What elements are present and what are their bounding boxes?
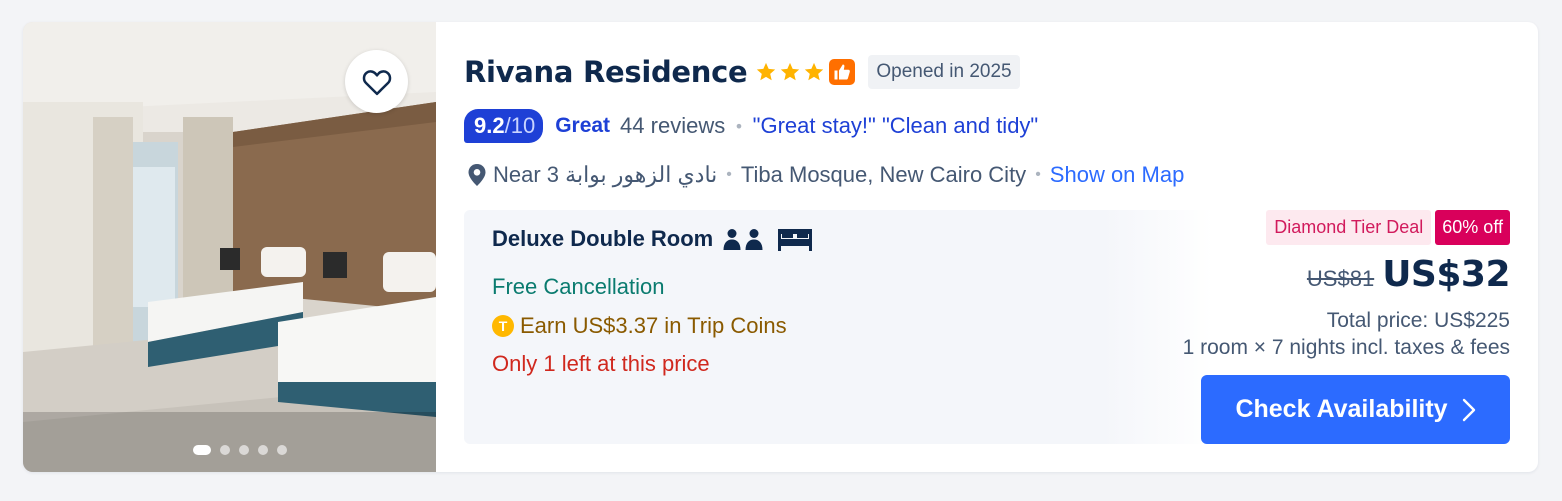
- original-price: US$81: [1306, 266, 1375, 291]
- trip-coin-icon: T: [492, 315, 514, 337]
- deal-tags: Diamond Tier Deal 60% off: [1266, 210, 1510, 245]
- cta-label: Check Availability: [1235, 395, 1448, 423]
- rating-row: 9.2/10 Great 44 reviews • "Great stay!" …: [464, 109, 1038, 143]
- gallery-dot-5[interactable]: [276, 445, 287, 455]
- hotel-name[interactable]: Rivana Residence: [464, 55, 748, 89]
- current-price: US$32: [1382, 254, 1510, 295]
- hotel-card[interactable]: Rivana Residence Opened in 2025 9.2/10 G…: [23, 22, 1538, 472]
- room-capacity: [723, 227, 813, 251]
- bed-icon: [778, 229, 813, 251]
- rating-out-of: /10: [504, 113, 536, 138]
- title-row: Rivana Residence Opened in 2025: [464, 54, 1020, 90]
- trip-coins-text: Earn US$3.37 in Trip Coins: [520, 313, 787, 338]
- star-icon: [781, 62, 800, 81]
- star-icon: [805, 62, 824, 81]
- location-area: Tiba Mosque, New Cairo City: [740, 162, 1027, 187]
- check-availability-button[interactable]: Check Availability: [1201, 375, 1510, 444]
- gallery-dot-4[interactable]: [257, 445, 268, 455]
- stay-details: 1 room × 7 nights incl. taxes & fees: [1182, 336, 1510, 359]
- opened-badge: Opened in 2025: [868, 55, 1020, 89]
- total-price: Total price: US$225: [1326, 309, 1510, 332]
- chevron-right-icon: [1462, 398, 1475, 421]
- gallery-dots: [23, 445, 436, 455]
- hotel-photo[interactable]: [23, 22, 436, 472]
- gallery-dot-3[interactable]: [238, 445, 249, 455]
- thumbs-up-icon: [834, 64, 851, 80]
- heart-outline-icon: [362, 69, 391, 95]
- favorite-button[interactable]: [345, 50, 408, 113]
- discount-tag: 60% off: [1435, 210, 1510, 245]
- review-count[interactable]: 44 reviews: [620, 113, 725, 139]
- location-near: Near 3 نادي الزهور بوابة: [493, 162, 718, 187]
- person-icon: [723, 229, 741, 250]
- separator-dot: •: [734, 116, 744, 136]
- person-icon: [745, 229, 763, 250]
- thumbs-up-badge[interactable]: [829, 59, 856, 85]
- location-row: Near 3 نادي الزهور بوابة • Tiba Mosque, …: [467, 160, 1184, 190]
- room-offer[interactable]: Deluxe Double Room Free Cancellation T E…: [464, 210, 1214, 444]
- room-name[interactable]: Deluxe Double Room: [492, 226, 713, 252]
- separator-dot: •: [726, 166, 732, 183]
- review-quotes[interactable]: "Great stay!" "Clean and tidy": [753, 113, 1039, 139]
- diamond-tier-tag: Diamond Tier Deal: [1266, 210, 1432, 245]
- star-icon: [757, 62, 776, 81]
- scarcity-message: Only 1 left at this price: [492, 351, 710, 376]
- rating-score: 9.2: [474, 113, 505, 138]
- free-cancellation: Free Cancellation: [492, 274, 665, 299]
- separator-dot: •: [1035, 166, 1041, 183]
- gallery-dot-1[interactable]: [192, 445, 211, 455]
- star-rating: [755, 61, 825, 83]
- room-name-row: Deluxe Double Room: [492, 226, 813, 252]
- price-row: US$81 US$32: [1306, 254, 1511, 295]
- trip-coins: T Earn US$3.37 in Trip Coins: [492, 313, 787, 339]
- gallery-dot-2[interactable]: [219, 445, 230, 455]
- rating-word: Great: [555, 114, 611, 137]
- map-pin-icon: [468, 164, 486, 186]
- show-on-map-link[interactable]: Show on Map: [1050, 162, 1185, 188]
- score-badge[interactable]: 9.2/10: [464, 109, 544, 143]
